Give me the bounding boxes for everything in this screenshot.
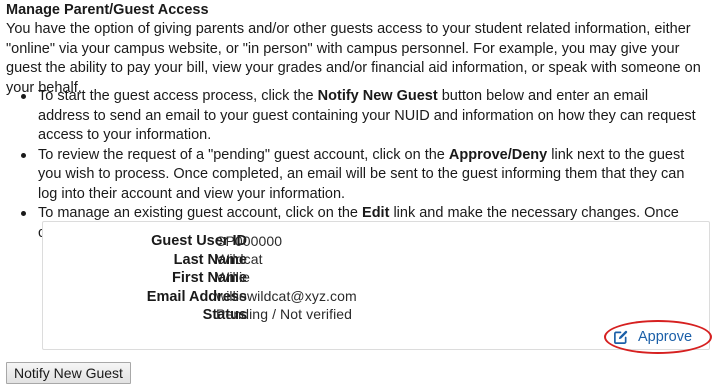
instruction-text: To manage an existing guest account, cli… [38,205,363,221]
field-value: Wildcat [216,251,263,267]
guest-card: Guest User ID SP000000 Last Name Wildcat… [42,221,710,350]
guest-user-id-row: Guest User ID SP000000 [43,233,709,252]
edit-square-icon [614,330,628,344]
field-value: williewildcat@xyz.com [216,288,357,304]
field-value: Willie [216,269,251,285]
approve-label[interactable]: Approve [638,329,692,345]
instruction-item: To review the request of a "pending" gue… [18,146,700,205]
field-value: SP000000 [216,233,283,249]
first-name-row: First Name Willie [43,269,709,288]
page-title: Manage Parent/Guest Access [6,2,209,18]
instruction-text: To review the request of a "pending" gue… [38,146,449,163]
instruction-keyword: Edit [362,205,390,221]
instruction-keyword: Notify New Guest [317,88,438,104]
approve-link[interactable]: Approve [599,323,699,351]
field-value: Pending / Not verified [216,306,353,322]
instruction-keyword: Approve/Deny [448,146,548,163]
email-address-row: Email Address williewildcat@xyz.com [43,288,709,307]
instruction-item: To start the guest access process, click… [18,87,700,146]
last-name-row: Last Name Wildcat [43,251,709,270]
notify-new-guest-button[interactable]: Notify New Guest [6,362,131,384]
instruction-list: To start the guest access process, click… [18,87,700,243]
instruction-text: To start the guest access process, click… [38,88,318,104]
